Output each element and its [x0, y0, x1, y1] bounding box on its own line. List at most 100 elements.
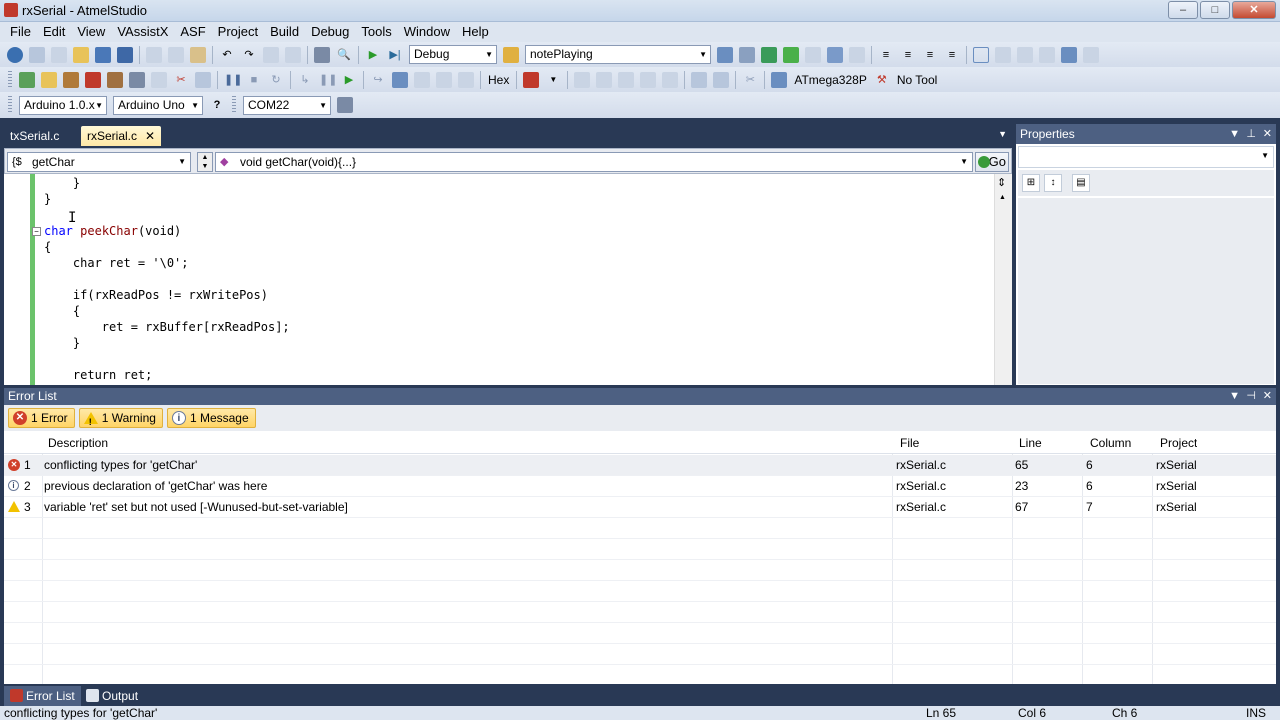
close-icon[interactable]: ✕	[145, 129, 155, 143]
menu-edit[interactable]: Edit	[37, 22, 71, 42]
device-programming-icon[interactable]	[691, 71, 708, 88]
arduino-icon[interactable]	[7, 46, 23, 63]
menu-project[interactable]: Project	[212, 22, 264, 42]
io-view-icon[interactable]	[574, 71, 591, 88]
menu-help[interactable]: Help	[456, 22, 495, 42]
menu-view[interactable]: View	[71, 22, 111, 42]
help-icon[interactable]: ?	[209, 97, 225, 113]
format-icon[interactable]	[195, 71, 211, 88]
minimize-button[interactable]: –	[1168, 1, 1198, 19]
menu-vassistx[interactable]: VAssistX	[111, 22, 174, 42]
navigate-forward-icon[interactable]	[285, 46, 301, 63]
find-in-files-icon[interactable]	[503, 46, 519, 63]
autos-icon[interactable]	[640, 71, 657, 88]
find-icon[interactable]: 🔍	[336, 47, 352, 63]
erase-icon[interactable]: ✂	[742, 72, 758, 88]
close-button[interactable]: ✕	[1232, 1, 1276, 19]
indent-decrease-icon[interactable]: ≡	[878, 47, 894, 63]
open-file-icon[interactable]	[41, 71, 57, 88]
auto-hide-icon[interactable]: ⊣	[1246, 388, 1256, 405]
menu-asf[interactable]: ASF	[174, 22, 211, 42]
comment-icon[interactable]: ≡	[922, 47, 938, 63]
scope-dropdown[interactable]: {$ getChar ▼	[7, 152, 191, 172]
start-debugging-icon[interactable]: ▶	[365, 47, 381, 63]
tab-error-list[interactable]: Error List	[4, 686, 81, 706]
continue-icon[interactable]: ▶	[341, 72, 357, 88]
locals-icon[interactable]	[618, 71, 635, 88]
collapse-toggle[interactable]: −	[32, 227, 41, 236]
add-item-icon[interactable]	[51, 46, 67, 63]
next-bookmark-icon[interactable]	[1017, 46, 1033, 63]
serial-monitor-icon[interactable]	[337, 97, 353, 113]
copy-icon[interactable]	[168, 46, 184, 63]
restart-icon[interactable]: ↻	[268, 72, 284, 88]
uncomment-icon[interactable]: ≡	[944, 47, 960, 63]
editor-vertical-scrollbar[interactable]: ⇕ ▲	[994, 174, 1012, 385]
step-out-icon[interactable]: ↪	[370, 72, 386, 88]
tab-rxserial[interactable]: rxSerial.c ✕	[81, 126, 162, 146]
toolbar-grip[interactable]	[8, 70, 12, 89]
menu-window[interactable]: Window	[398, 22, 456, 42]
close-icon[interactable]: ✕	[1263, 124, 1272, 144]
device-page-icon[interactable]	[713, 71, 730, 88]
start-page-icon[interactable]	[827, 46, 843, 63]
tab-list-dropdown-icon[interactable]: ▼	[998, 129, 1007, 139]
start-without-debugging-icon[interactable]: ▶|	[387, 47, 403, 63]
rebuild-icon[interactable]	[63, 71, 79, 88]
menu-file[interactable]: File	[4, 22, 37, 42]
go-button[interactable]: Go	[975, 152, 1009, 172]
tab-output[interactable]: Output	[80, 686, 138, 706]
disassembly-icon[interactable]	[392, 71, 408, 88]
device-label[interactable]: ATmega328P	[794, 73, 867, 87]
messages-filter-button[interactable]: i 1 Message	[166, 408, 256, 428]
panel-dropdown-icon[interactable]: ▼	[1229, 388, 1240, 405]
errors-filter-button[interactable]: ✕ 1 Error	[8, 408, 75, 428]
member-dropdown[interactable]: ◆ void getChar(void){...} ▼	[215, 152, 973, 172]
split-editor-icon[interactable]: ⇕	[997, 176, 1006, 189]
navigate-back-icon[interactable]	[263, 46, 279, 63]
tool-label[interactable]: No Tool	[897, 73, 937, 87]
port-dropdown[interactable]: COM22 ▼	[243, 95, 331, 115]
tools-icon[interactable]: ✂	[173, 72, 189, 88]
save-icon[interactable]	[95, 46, 111, 63]
find-combo[interactable]: notePlaying ▼	[525, 45, 711, 64]
warnings-filter-button[interactable]: ! 1 Warning	[78, 408, 163, 428]
more-tools-icon[interactable]	[1083, 46, 1099, 63]
solution-icon[interactable]	[314, 46, 330, 63]
upload-icon[interactable]	[107, 71, 123, 88]
step-over-icon[interactable]: ❚❚	[319, 72, 337, 88]
column-header-description[interactable]: Description	[48, 433, 108, 454]
scope-spinner[interactable]: ▲ ▼	[197, 152, 213, 172]
table-row[interactable]: ✕ 1 conflicting types for 'getChar' rxSe…	[4, 455, 1276, 476]
stop-icon[interactable]: ■	[246, 72, 262, 88]
pause-icon[interactable]: ❚❚	[224, 72, 242, 88]
panel-dropdown-icon[interactable]: ▼	[1229, 124, 1240, 144]
column-header-project[interactable]: Project	[1160, 433, 1197, 454]
table-row[interactable]: 3 variable 'ret' set but not used [-Wunu…	[4, 497, 1276, 518]
hex-toggle[interactable]: Hex	[488, 73, 509, 87]
bookmark-icon[interactable]	[973, 46, 989, 63]
open-folder-icon[interactable]	[73, 46, 89, 63]
menu-debug[interactable]: Debug	[305, 22, 355, 42]
maximize-button[interactable]: □	[1200, 1, 1230, 19]
pin-icon[interactable]: ⊥	[1246, 124, 1256, 144]
toolbar-grip[interactable]	[232, 96, 236, 114]
indent-increase-icon[interactable]: ≡	[900, 47, 916, 63]
tab-txserial[interactable]: txSerial.c	[4, 126, 65, 146]
toolbar-grip[interactable]	[8, 96, 12, 114]
column-header-file[interactable]: File	[900, 433, 919, 454]
scroll-up-icon[interactable]: ▲	[999, 194, 1006, 201]
clear-bookmarks-icon[interactable]	[1039, 46, 1055, 63]
arduino-version-dropdown[interactable]: Arduino 1.0.x ▼	[19, 95, 107, 115]
close-icon[interactable]: ✕	[1263, 388, 1272, 405]
categorized-icon[interactable]: ⊞	[1022, 174, 1040, 192]
chevron-down-icon[interactable]: ▼	[545, 72, 561, 88]
watch-icon[interactable]	[458, 71, 474, 88]
clean-icon[interactable]	[85, 71, 101, 88]
vassist-icon[interactable]	[1061, 46, 1077, 63]
options-icon[interactable]	[849, 46, 865, 63]
undo-icon[interactable]: ↶	[219, 47, 235, 63]
memory-icon[interactable]	[436, 71, 452, 88]
call-stack-icon[interactable]	[662, 71, 679, 88]
previous-bookmark-icon[interactable]	[995, 46, 1011, 63]
